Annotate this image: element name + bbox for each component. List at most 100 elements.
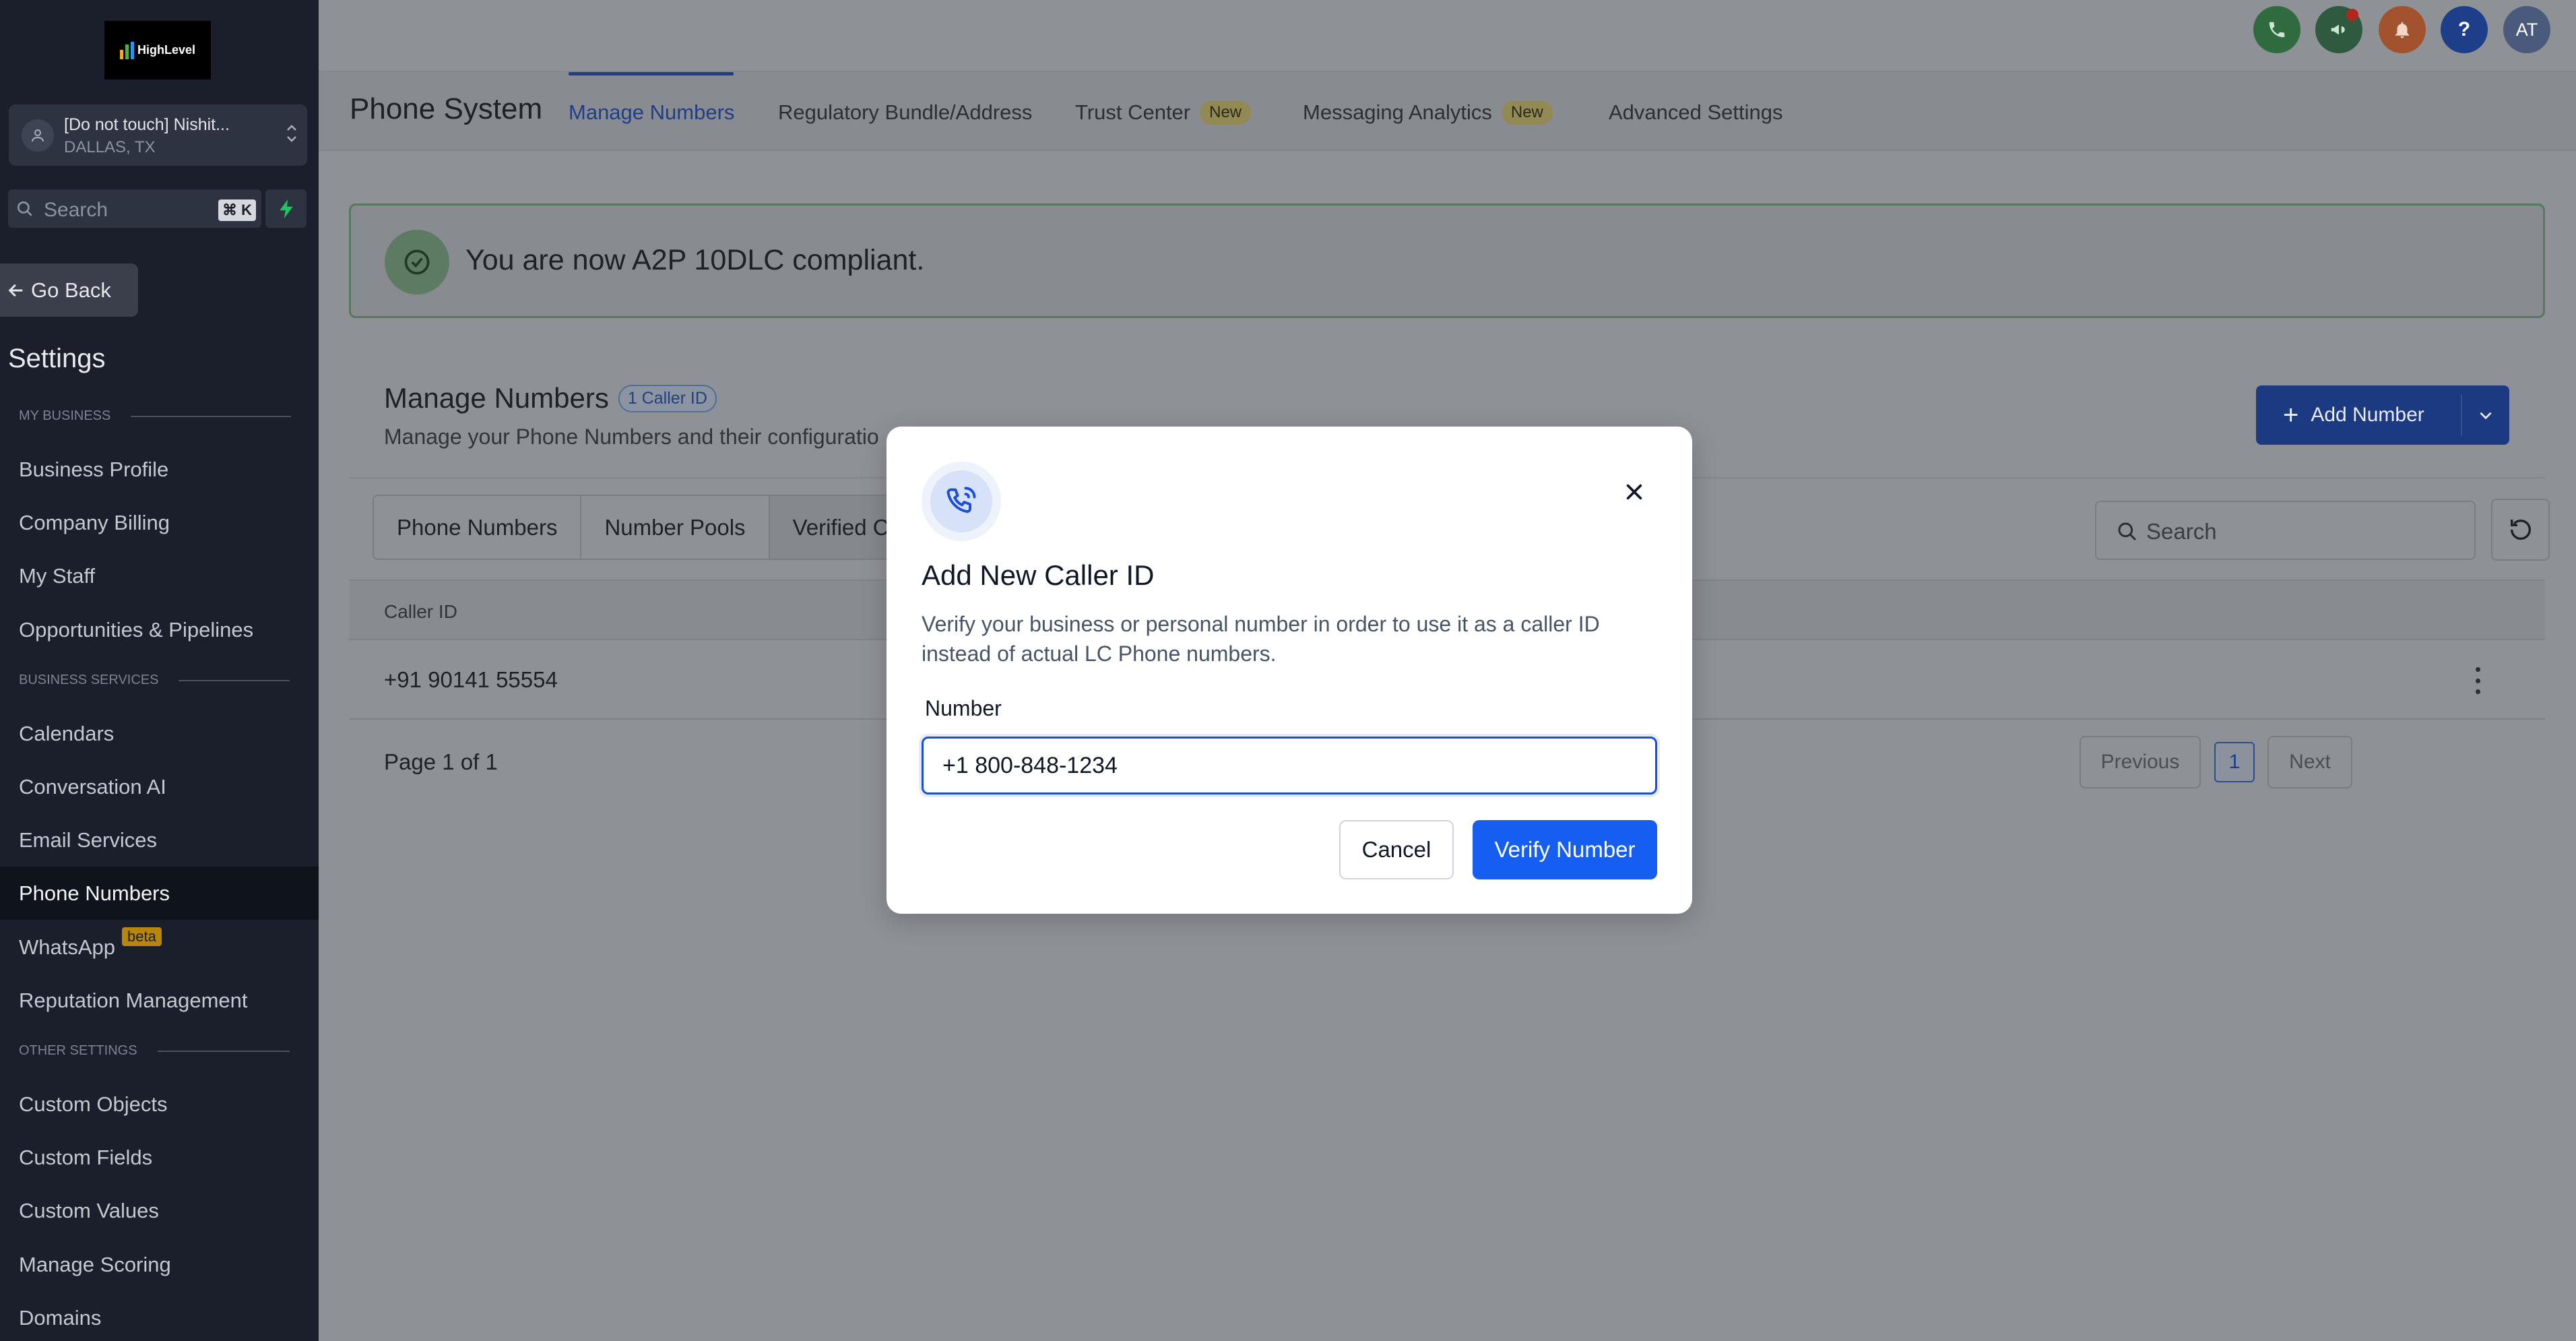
search-icon: [16, 200, 34, 221]
plus-icon: +: [2283, 400, 2299, 430]
column-caller-id: Caller ID: [384, 601, 457, 622]
caller-id-badge: 1 Caller ID: [618, 384, 717, 412]
sidebar-item-calendars[interactable]: Calendars: [0, 707, 319, 760]
sidebar-item-phone-numbers[interactable]: Phone Numbers: [0, 867, 319, 920]
refresh-icon: [2510, 519, 2531, 540]
bell-icon[interactable]: [2379, 6, 2426, 53]
tab-trust-center[interactable]: Trust Center New: [1075, 100, 1252, 125]
sidebar-item-label: Email Services: [19, 828, 157, 852]
sidebar-item-label: Custom Values: [19, 1198, 159, 1222]
megaphone-icon[interactable]: [2315, 6, 2362, 53]
sidebar-item-opportunities-pipelines[interactable]: Opportunities & Pipelines: [0, 603, 319, 656]
go-back-button[interactable]: Go Back: [0, 263, 138, 317]
top-bar: ? AT: [319, 0, 2576, 72]
lightning-icon: [279, 199, 293, 218]
sidebar-item-custom-fields[interactable]: Custom Fields: [0, 1131, 319, 1184]
tabs-bar: Phone System Manage Numbers Regulatory B…: [319, 72, 2576, 151]
modal-description: Verify your business or personal number …: [922, 612, 1600, 666]
sidebar-item-conversation-ai[interactable]: Conversation AI: [0, 760, 319, 813]
quick-actions-button[interactable]: [265, 189, 307, 228]
tab-number-pools[interactable]: Number Pools: [581, 496, 770, 559]
sidebar-item-email-services[interactable]: Email Services: [0, 813, 319, 867]
card-title-text: Manage Numbers: [384, 382, 609, 414]
add-number-button[interactable]: + Add Number: [2256, 385, 2509, 445]
tab-manage-numbers[interactable]: Manage Numbers: [569, 100, 734, 125]
settings-title: Settings: [8, 344, 106, 373]
sidebar-item-label: Reputation Management: [19, 988, 248, 1012]
section-label: BUSINESS SERVICES: [19, 673, 159, 687]
avatar-initials: AT: [2515, 19, 2538, 40]
sidebar: HighLevel [Do not touch] Nishit... DALLA…: [0, 0, 319, 1341]
chevron-up-down-icon: [286, 122, 298, 147]
phone-calling-icon: [946, 487, 976, 513]
tab-label: Advanced Settings: [1609, 100, 1783, 124]
number-field-label: Number: [925, 696, 1002, 720]
modal-icon: [922, 462, 1001, 541]
numbers-search-input[interactable]: Search: [2095, 501, 2476, 560]
sidebar-item-reputation-management[interactable]: Reputation Management: [0, 974, 319, 1027]
number-input[interactable]: [922, 737, 1657, 794]
location-city: DALLAS, TX: [64, 138, 156, 156]
search-shortcut: ⌘ K: [218, 199, 256, 221]
tab-messaging-analytics[interactable]: Messaging Analytics New: [1303, 100, 1553, 125]
modal-icon-inner: [930, 470, 992, 532]
sidebar-item-domains[interactable]: Domains: [0, 1291, 319, 1341]
sidebar-search[interactable]: Search ⌘ K: [8, 189, 261, 228]
section-divider: [157, 1050, 290, 1052]
sidebar-item-custom-values[interactable]: Custom Values: [0, 1184, 319, 1237]
help-icon[interactable]: ?: [2441, 6, 2488, 53]
caller-id-value: +91 90141 55554: [384, 667, 558, 692]
cancel-button[interactable]: Cancel: [1339, 820, 1454, 879]
sidebar-item-label: Opportunities & Pipelines: [19, 617, 254, 642]
sidebar-item-company-billing[interactable]: Company Billing: [0, 496, 319, 549]
search-placeholder: Search: [2146, 519, 2217, 544]
refresh-button[interactable]: [2491, 499, 2550, 561]
location-avatar-icon: [22, 119, 54, 152]
section-business-services: BUSINESS SERVICES: [19, 673, 290, 688]
tab-label: Messaging Analytics: [1303, 100, 1492, 124]
sidebar-item-business-profile[interactable]: Business Profile: [0, 443, 319, 496]
more-options-icon[interactable]: [2471, 667, 2484, 694]
sidebar-item-manage-scoring[interactable]: Manage Scoring: [0, 1238, 319, 1291]
alert-text: You are now A2P 10DLC compliant.: [465, 244, 925, 276]
verify-number-button[interactable]: Verify Number: [1473, 820, 1657, 879]
next-button[interactable]: Next: [2267, 736, 2352, 788]
previous-button[interactable]: Previous: [2080, 736, 2201, 788]
beta-badge: beta: [122, 927, 162, 946]
section-label: MY BUSINESS: [19, 408, 111, 423]
chevron-down-icon[interactable]: [2476, 406, 2495, 429]
section-my-business: MY BUSINESS: [19, 408, 292, 424]
tab-label: Manage Numbers: [569, 100, 735, 124]
card-subtitle: Manage your Phone Numbers and their conf…: [384, 425, 879, 449]
tab-advanced-settings[interactable]: Advanced Settings: [1609, 100, 1783, 125]
sidebar-item-label: Business Profile: [19, 457, 169, 481]
tab-phone-numbers[interactable]: Phone Numbers: [374, 496, 582, 559]
modal-title: Add New Caller ID: [922, 559, 1155, 591]
section-divider: [131, 415, 292, 417]
close-icon[interactable]: [1621, 478, 1648, 505]
phone-icon[interactable]: [2253, 6, 2300, 53]
section-label: OTHER SETTINGS: [19, 1043, 137, 1058]
sidebar-item-label: Calendars: [19, 721, 115, 745]
sidebar-item-label: Conversation AI: [19, 774, 166, 799]
section-other-settings: OTHER SETTINGS: [19, 1043, 290, 1059]
location-name: [Do not touch] Nishit...: [64, 115, 230, 134]
sidebar-item-whatsapp[interactable]: WhatsApp beta: [0, 921, 319, 974]
highlevel-logo[interactable]: HighLevel: [104, 21, 211, 80]
sidebar-item-label: WhatsApp: [19, 935, 116, 959]
sidebar-item-label: Domains: [19, 1305, 102, 1330]
search-icon: [2117, 521, 2138, 546]
page-number-1[interactable]: 1: [2214, 742, 2255, 782]
tab-regulatory-bundle[interactable]: Regulatory Bundle/Address: [778, 100, 1032, 125]
location-switcher[interactable]: [Do not touch] Nishit... DALLAS, TX: [9, 104, 307, 166]
avatar[interactable]: AT: [2503, 6, 2550, 53]
sidebar-item-label: Manage Scoring: [19, 1252, 171, 1276]
notification-dot: [2346, 9, 2358, 21]
sidebar-item-label: Company Billing: [19, 510, 170, 534]
page-info: Page 1 of 1: [384, 749, 498, 774]
sidebar-item-custom-objects[interactable]: Custom Objects: [0, 1078, 319, 1131]
check-circle-icon: [385, 230, 449, 294]
tab-label: Trust Center: [1075, 100, 1191, 124]
sidebar-item-my-staff[interactable]: My Staff: [0, 549, 319, 602]
sidebar-item-label: Custom Fields: [19, 1145, 153, 1169]
